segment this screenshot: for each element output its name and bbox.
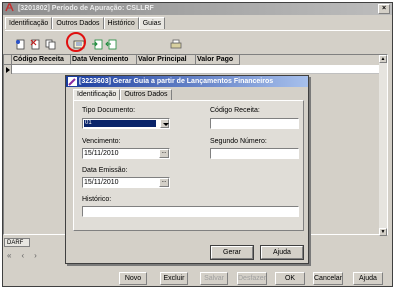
dialog-title-bar: [3223603] Gerar Guia a partir de Lançame… xyxy=(66,76,308,87)
segundo-numero-field[interactable] xyxy=(210,148,299,159)
historico-label: Histórico: xyxy=(82,196,112,203)
vertical-scrollbar[interactable]: ▲ ▼ xyxy=(379,55,387,236)
dialog-tab-strip: Identificação Outros Dados xyxy=(73,89,172,100)
delete-document-icon[interactable] xyxy=(30,39,42,50)
vencimento-value: 15/11/2010 xyxy=(84,150,119,157)
grid-header: Código Receita Data Vencimento Valor Pri… xyxy=(4,55,240,65)
ok-button[interactable]: OK xyxy=(275,272,305,285)
tipo-documento-select[interactable]: 01 xyxy=(82,118,170,129)
app-icon xyxy=(5,3,14,12)
tipo-documento-value: 01 xyxy=(84,120,156,127)
gerar-button[interactable]: Gerar xyxy=(210,245,254,260)
column-data-vencimento[interactable]: Data Vencimento xyxy=(71,55,137,65)
codigo-receita-label: Código Receita: xyxy=(210,107,260,114)
dialog-panel: Tipo Documento: 01 Código Receita: Venci… xyxy=(73,100,304,231)
next-record-button[interactable]: › xyxy=(34,251,37,260)
dialog-title-text: [3223603] Gerar Guia a partir de Lançame… xyxy=(79,78,274,85)
dialog-tab-outros-dados[interactable]: Outros Dados xyxy=(120,89,172,100)
dialog-ajuda-button[interactable]: Ajuda xyxy=(260,245,304,260)
data-emissao-picker-button[interactable]: ... xyxy=(159,178,169,187)
print-icon[interactable] xyxy=(170,39,182,50)
main-title-text: [3201802] Período de Apuração: CSLLRF xyxy=(17,5,154,12)
dialog-pencil-icon xyxy=(68,77,77,86)
copy-document-icon[interactable] xyxy=(45,39,57,50)
tab-guias[interactable]: Guias xyxy=(138,17,166,29)
table-row[interactable] xyxy=(4,65,382,74)
codigo-receita-field[interactable] xyxy=(210,118,299,129)
ajuda-button[interactable]: Ajuda xyxy=(353,272,383,285)
close-button[interactable]: × xyxy=(378,4,390,14)
toolbar xyxy=(5,30,390,56)
tab-outros-dados[interactable]: Outros Dados xyxy=(52,17,104,29)
scroll-down-button[interactable]: ▼ xyxy=(379,228,387,236)
dialog-tab-identificacao[interactable]: Identificação xyxy=(73,89,121,100)
new-document-icon[interactable] xyxy=(15,39,27,50)
tab-darf[interactable]: DARF xyxy=(4,238,30,247)
vencimento-field[interactable]: 15/11/2010 ... xyxy=(82,148,170,159)
tipo-documento-label: Tipo Documento: xyxy=(82,107,136,114)
salvar-button[interactable]: Salvar xyxy=(200,272,228,285)
main-title-bar: [3201802] Período de Apuração: CSLLRF xyxy=(3,3,392,15)
previous-record-button[interactable]: ‹ xyxy=(21,251,24,260)
desfazer-button[interactable]: Desfazer xyxy=(237,272,267,285)
cancelar-button[interactable]: Cancelar xyxy=(313,272,343,285)
dialog-ajuda-button-label: Ajuda xyxy=(261,246,303,259)
grid-header-indicator xyxy=(4,55,12,65)
row-indicator-icon xyxy=(4,65,12,74)
novo-button[interactable]: Novo xyxy=(119,272,147,285)
data-emissao-value: 15/11/2010 xyxy=(84,179,119,186)
scroll-up-button[interactable]: ▲ xyxy=(379,55,387,63)
highlight-circle xyxy=(66,32,86,52)
data-emissao-label: Data Emissão: xyxy=(82,167,128,174)
chevron-down-icon[interactable] xyxy=(160,119,169,128)
data-emissao-field[interactable]: 15/11/2010 ... xyxy=(82,177,170,188)
vencimento-picker-button[interactable]: ... xyxy=(159,149,169,158)
segundo-numero-label: Segundo Número: xyxy=(210,138,267,145)
vencimento-label: Vencimento: xyxy=(82,138,121,145)
export-icon[interactable] xyxy=(91,39,103,50)
tab-historico[interactable]: Histórico xyxy=(103,17,139,29)
column-codigo-receita[interactable]: Código Receita xyxy=(12,55,71,65)
import-icon[interactable] xyxy=(105,39,117,50)
gerar-button-label: Gerar xyxy=(211,246,253,259)
first-record-button[interactable]: « xyxy=(7,251,11,260)
excluir-button[interactable]: Excluir xyxy=(160,272,188,285)
column-valor-pago[interactable]: Valor Pago xyxy=(196,55,240,65)
column-valor-principal[interactable]: Valor Principal xyxy=(137,55,196,65)
main-tab-strip: Identificação Outros Dados Histórico Gui… xyxy=(5,17,166,29)
tab-identificacao[interactable]: Identificação xyxy=(5,17,53,29)
gerar-guia-dialog: [3223603] Gerar Guia a partir de Lançame… xyxy=(65,75,309,264)
historico-field[interactable] xyxy=(82,206,299,217)
